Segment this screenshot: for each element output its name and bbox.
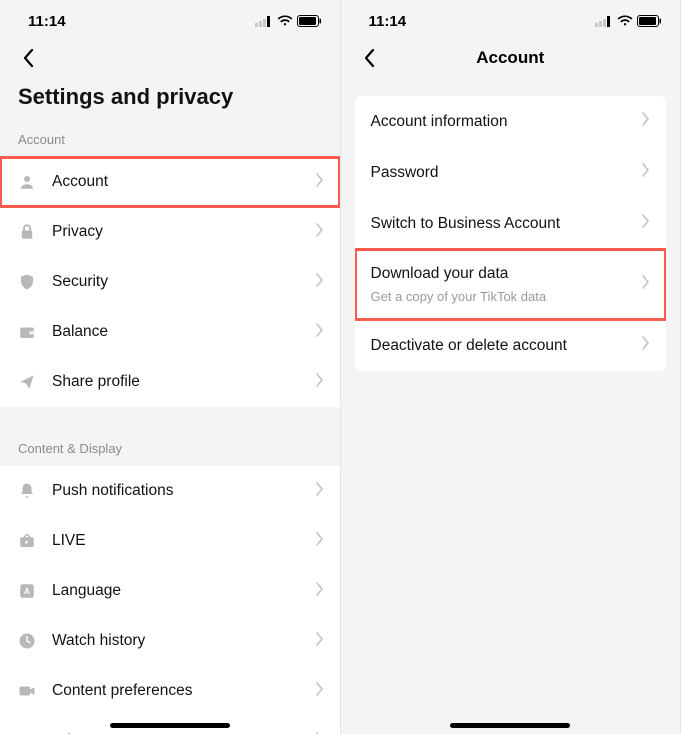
account-list: Account information Password Switch to B…	[355, 96, 667, 371]
bell-icon	[16, 480, 38, 502]
chevron-right-icon	[316, 173, 324, 192]
settings-item-security[interactable]: Security	[0, 257, 340, 307]
nav-header	[0, 38, 340, 82]
battery-icon	[637, 15, 662, 27]
chevron-right-icon	[316, 682, 324, 701]
svg-text:A: A	[24, 587, 30, 596]
megaphone-icon	[16, 730, 38, 734]
chevron-right-icon	[316, 532, 324, 551]
battery-icon	[297, 15, 322, 27]
shield-icon	[16, 271, 38, 293]
item-label: Content preferences	[52, 682, 316, 700]
live-icon	[16, 530, 38, 552]
item-label: Language	[52, 582, 316, 600]
chevron-right-icon	[642, 214, 650, 233]
back-button[interactable]	[355, 44, 383, 72]
account-item-password[interactable]: Password	[355, 147, 667, 198]
settings-item-privacy[interactable]: Privacy	[0, 207, 340, 257]
item-label: LIVE	[52, 532, 316, 550]
item-label: Deactivate or delete account	[371, 337, 643, 355]
item-label: Push notifications	[52, 482, 316, 500]
account-item-download-data[interactable]: Download your data Get a copy of your Ti…	[355, 249, 667, 320]
item-label: Switch to Business Account	[371, 215, 643, 233]
home-indicator[interactable]	[110, 723, 230, 728]
status-bar: 11:14	[0, 0, 340, 38]
video-icon	[16, 680, 38, 702]
page-title: Settings and privacy	[0, 82, 340, 126]
settings-item-live[interactable]: LIVE	[0, 516, 340, 566]
section-content-display: Push notifications LIVE A Language Watch…	[0, 466, 340, 734]
clock-icon	[16, 630, 38, 652]
account-screen: 11:14 Account Account information Passwo…	[341, 0, 681, 734]
status-icons	[255, 15, 322, 27]
wifi-icon	[617, 15, 633, 27]
section-account: Account Privacy Security Balance Share p	[0, 157, 340, 407]
status-time: 11:14	[28, 13, 66, 30]
chevron-right-icon	[316, 582, 324, 601]
lock-icon	[16, 221, 38, 243]
item-label: Balance	[52, 323, 316, 341]
chevron-right-icon	[316, 323, 324, 342]
settings-item-push-notifications[interactable]: Push notifications	[0, 466, 340, 516]
item-sublabel: Get a copy of your TikTok data	[371, 289, 643, 304]
wifi-icon	[277, 15, 293, 27]
back-button[interactable]	[14, 44, 42, 72]
settings-item-share-profile[interactable]: Share profile	[0, 357, 340, 407]
status-icons	[595, 15, 662, 27]
settings-item-balance[interactable]: Balance	[0, 307, 340, 357]
chevron-right-icon	[316, 273, 324, 292]
item-label: Download your data	[371, 265, 643, 283]
section-label-content-display: Content & Display	[0, 435, 340, 466]
chevron-right-icon	[316, 482, 324, 501]
settings-item-watch-history[interactable]: Watch history	[0, 616, 340, 666]
settings-item-account[interactable]: Account	[0, 157, 340, 207]
chevron-right-icon	[642, 163, 650, 182]
chevron-right-icon	[316, 223, 324, 242]
nav-title: Account	[341, 48, 681, 68]
settings-item-language[interactable]: A Language	[0, 566, 340, 616]
chevron-right-icon	[316, 632, 324, 651]
account-item-switch-business[interactable]: Switch to Business Account	[355, 198, 667, 249]
chevron-left-icon	[363, 48, 375, 68]
item-label: Watch history	[52, 632, 316, 650]
person-icon	[16, 171, 38, 193]
item-label: Password	[371, 164, 643, 182]
status-bar: 11:14	[341, 0, 681, 38]
chevron-left-icon	[22, 48, 34, 68]
settings-screen: 11:14 Settings and privacy Account Accou…	[0, 0, 341, 734]
item-label: Account information	[371, 113, 643, 131]
home-indicator[interactable]	[450, 723, 570, 728]
cellular-icon	[255, 15, 273, 27]
chevron-right-icon	[642, 112, 650, 131]
wallet-icon	[16, 321, 38, 343]
chevron-right-icon	[642, 336, 650, 355]
section-label-account: Account	[0, 126, 340, 157]
cellular-icon	[595, 15, 613, 27]
item-label: Privacy	[52, 223, 316, 241]
chevron-right-icon	[316, 373, 324, 392]
item-label: Account	[52, 173, 316, 191]
settings-content: Account Account Privacy Security Balance	[0, 126, 340, 734]
settings-item-content-preferences[interactable]: Content preferences	[0, 666, 340, 716]
account-item-account-information[interactable]: Account information	[355, 96, 667, 147]
share-icon	[16, 371, 38, 393]
status-time: 11:14	[369, 13, 407, 30]
item-label: Security	[52, 273, 316, 291]
nav-header: Account	[341, 38, 681, 82]
account-item-deactivate[interactable]: Deactivate or delete account	[355, 320, 667, 371]
item-label: Share profile	[52, 373, 316, 391]
chevron-right-icon	[642, 275, 650, 294]
language-icon: A	[16, 580, 38, 602]
